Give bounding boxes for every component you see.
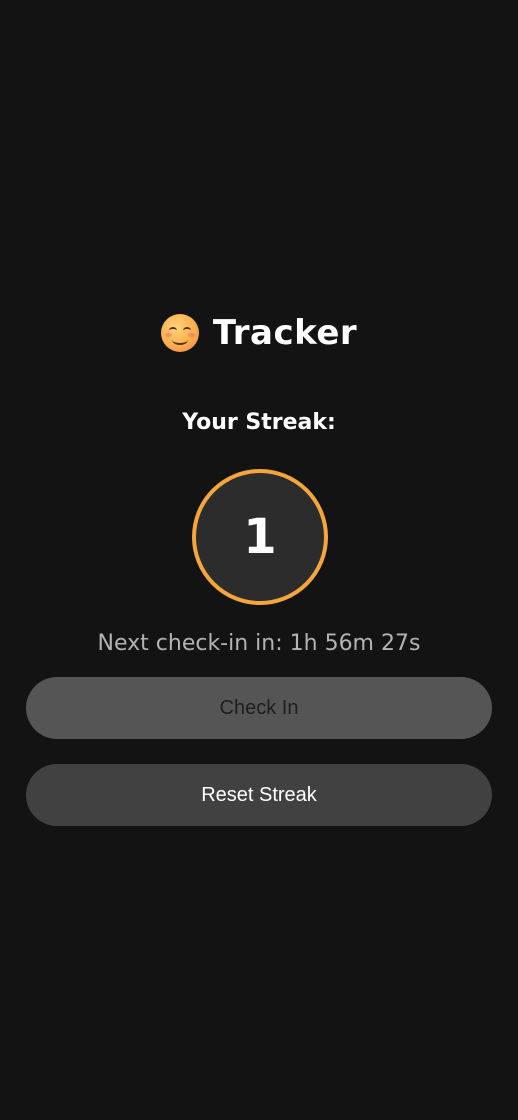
app-title: Tracker — [212, 313, 358, 353]
smiling-face-icon — [160, 314, 199, 352]
emoji-mouth — [171, 335, 188, 345]
emoji-eye-right — [182, 327, 191, 334]
streak-label: Your Streak: — [182, 410, 336, 435]
reset-streak-button[interactable]: Reset Streak — [26, 764, 492, 826]
check-in-button[interactable]: Check In — [26, 677, 492, 739]
streak-counter-circle: 1 — [192, 469, 328, 605]
emoji-eye-left — [168, 327, 177, 334]
tracker-page: Tracker Your Streak: 1 Next check-in in:… — [0, 0, 518, 1120]
streak-count: 1 — [243, 509, 277, 565]
app-header: Tracker — [0, 308, 518, 358]
next-checkin-countdown: Next check-in in: 1h 56m 27s — [97, 631, 421, 656]
